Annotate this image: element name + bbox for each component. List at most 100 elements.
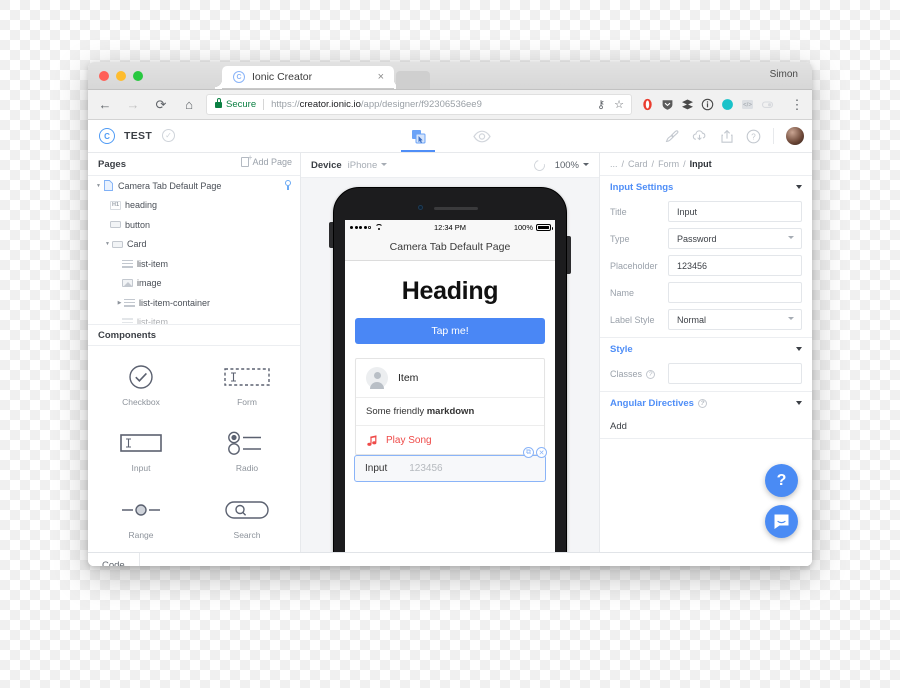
pin-icon[interactable] [285, 180, 291, 190]
tree-item-camera-tab-default-page[interactable]: ▼ Camera Tab Default Page [88, 176, 300, 196]
section-header[interactable]: Style [600, 338, 812, 360]
design-canvas: 12:34 PM 100% Camera Tab Default Page He… [301, 178, 599, 552]
classes-input[interactable] [668, 363, 802, 384]
device-selector[interactable]: iPhone [348, 160, 388, 171]
breadcrumb-item-form[interactable]: Form [658, 159, 679, 169]
preview-markdown-row[interactable]: Some friendly markdown [356, 398, 544, 426]
reload-icon[interactable]: ⟳ [150, 94, 172, 116]
star-icon[interactable]: ☆ [614, 98, 624, 111]
browser-menu-icon[interactable]: ⋮ [786, 94, 808, 116]
url-domain: creator.ionic.io [299, 99, 361, 110]
chevron-down-icon[interactable]: ▼ [94, 183, 103, 189]
chevron-down-icon[interactable]: ▼ [103, 241, 112, 247]
add-page-button[interactable]: Add Page [241, 154, 292, 167]
tree-item-list-item-container[interactable]: ▶ list-item-container [88, 293, 300, 313]
tab-preview[interactable] [465, 120, 499, 152]
breadcrumb-item-ellipsis[interactable]: ... [610, 159, 618, 169]
add-directive-button[interactable]: Add [600, 414, 812, 438]
chevron-right-icon[interactable]: ▶ [115, 300, 124, 306]
opera-icon[interactable] [640, 97, 655, 112]
battery-percent: 100% [513, 222, 533, 232]
teal-dot-icon[interactable] [720, 97, 735, 112]
tree-item-card[interactable]: ▼ Card [88, 235, 300, 255]
phone-nav-title: Camera Tab Default Page [345, 234, 555, 261]
section-header[interactable]: Input Settings [600, 176, 812, 198]
section-angular-directives: Angular Directives? Add [600, 392, 812, 439]
breadcrumb-item-card[interactable]: Card [628, 159, 648, 169]
chevron-down-icon[interactable] [796, 185, 802, 189]
layers-icon[interactable] [680, 97, 695, 112]
tree-item-image[interactable]: image [88, 274, 300, 294]
component-label: Search [233, 530, 261, 541]
code-tab[interactable]: Code [88, 553, 140, 566]
back-icon[interactable]: ← [94, 94, 116, 116]
zoom-selector[interactable]: 100% [555, 160, 589, 171]
placeholder-input[interactable]: 123456 [668, 255, 802, 276]
chevron-down-icon [788, 317, 794, 320]
component-form[interactable]: Form [194, 352, 300, 419]
forward-icon[interactable]: → [122, 94, 144, 116]
field-classes: Classes? [600, 360, 812, 387]
refresh-icon[interactable] [531, 157, 547, 173]
help-icon[interactable]: ? [746, 129, 761, 144]
tree-item-list-item[interactable]: list-item [88, 254, 300, 274]
section-header[interactable]: Angular Directives? [600, 392, 812, 414]
list-icon [122, 259, 133, 268]
info-icon[interactable] [700, 97, 715, 112]
minimize-window-button[interactable] [116, 71, 126, 81]
close-icon[interactable]: ✕ [536, 447, 547, 458]
close-window-button[interactable] [99, 71, 109, 81]
title-input[interactable]: Input [668, 201, 802, 222]
component-checkbox[interactable]: Checkbox [88, 352, 194, 419]
preview-input-selected[interactable]: Input 123456 ⧉ ✕ [354, 447, 547, 482]
name-input[interactable] [668, 282, 802, 303]
preview-heading[interactable]: Heading [355, 277, 545, 306]
phone-content: Heading Tap me! Item Some friendly markd… [345, 261, 555, 552]
browser-profile-name[interactable]: Simon [770, 69, 798, 80]
intercom-chat-fab[interactable] [765, 505, 798, 538]
maximize-window-button[interactable] [133, 71, 143, 81]
preview-markdown-text: Some friendly markdown [366, 406, 475, 417]
tree-item-button[interactable]: button [88, 215, 300, 235]
address-bar[interactable]: Secure https://creator.ionic.io/app/desi… [206, 94, 632, 115]
type-select[interactable]: Password [668, 228, 802, 249]
input-icon [120, 430, 162, 456]
browser-tab[interactable]: C Ionic Creator × [215, 66, 401, 89]
preview-play-song-row[interactable]: Play Song [356, 426, 544, 454]
preview-item-row[interactable]: Item [356, 359, 544, 398]
chevron-down-icon [788, 236, 794, 239]
tree-item-label: list-item [137, 258, 168, 269]
field-value: Input [677, 206, 698, 217]
chevron-down-icon[interactable] [796, 401, 802, 405]
close-icon[interactable]: × [378, 70, 384, 84]
add-page-label: Add Page [252, 157, 292, 167]
screenshot-root: C Ionic Creator × Simon ← → ⟳ ⌂ Secure h… [0, 0, 900, 688]
range-icon [120, 497, 162, 523]
chat-icon [774, 514, 789, 529]
tab-design[interactable] [401, 120, 435, 152]
preview-tap-button[interactable]: Tap me! [355, 318, 545, 344]
help-fab[interactable]: ? [765, 464, 798, 497]
toggle-icon[interactable] [760, 97, 775, 112]
label-style-select[interactable]: Normal [668, 309, 802, 330]
chevron-down-icon[interactable] [796, 347, 802, 351]
share-icon[interactable] [719, 129, 734, 144]
component-range[interactable]: Range [88, 485, 194, 552]
key-icon[interactable]: ⚷ [597, 98, 605, 111]
component-search[interactable]: Search [194, 485, 300, 552]
ionic-logo-icon[interactable]: C [99, 128, 115, 144]
shield-icon[interactable] [660, 97, 675, 112]
tree-item-list-item-2[interactable]: list-item [88, 313, 300, 324]
avatar[interactable] [786, 127, 804, 145]
duplicate-icon[interactable]: ⧉ [523, 447, 534, 458]
tree-item-heading[interactable]: H1 heading [88, 196, 300, 216]
home-icon[interactable]: ⌂ [178, 94, 200, 116]
component-input[interactable]: Input [88, 419, 194, 486]
paintbrush-icon[interactable] [665, 129, 680, 144]
new-tab-button[interactable] [396, 71, 430, 89]
ionic-creator-app: C TEST ✓ ? Pages + Add Page ▼ Camera Tab… [88, 120, 812, 566]
component-radio[interactable]: Radio [194, 419, 300, 486]
code-icon[interactable]: </> [740, 97, 755, 112]
cloud-download-icon[interactable] [692, 129, 707, 144]
help-icon: ? [697, 398, 707, 408]
